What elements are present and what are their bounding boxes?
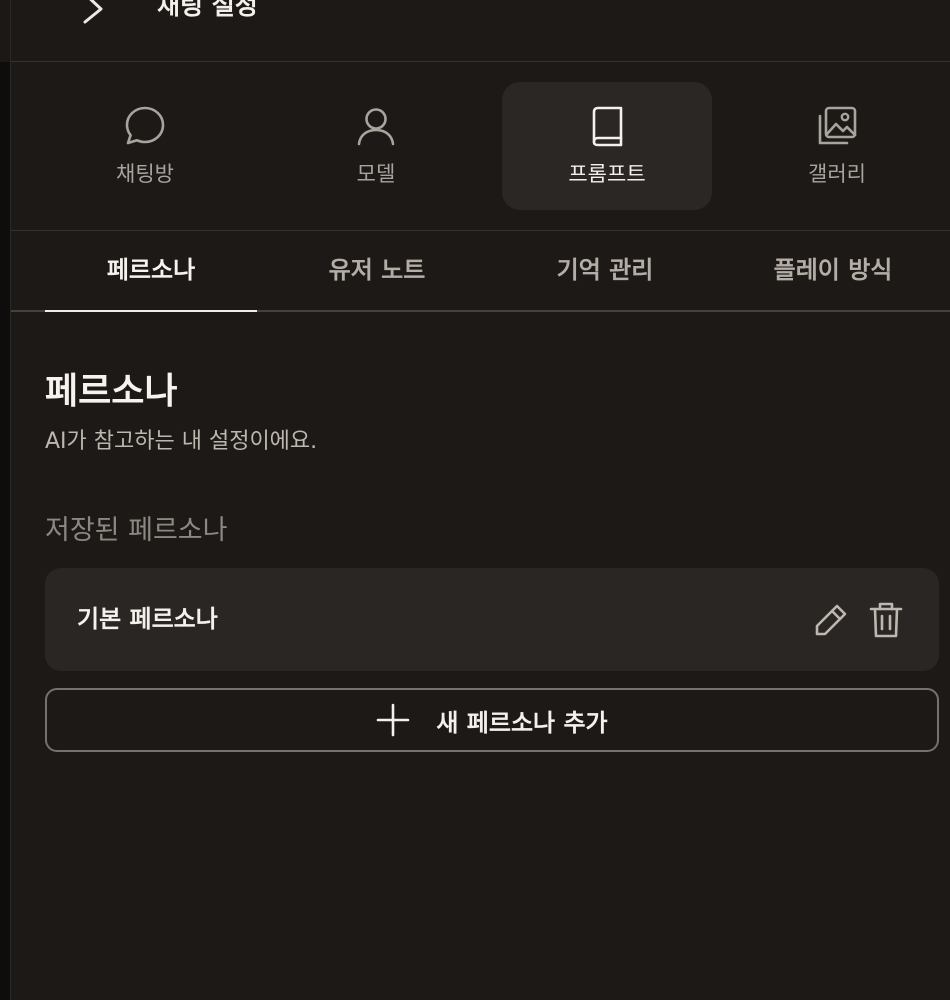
pencil-icon[interactable] (813, 602, 849, 638)
tab-label: 프롬프트 (568, 162, 646, 186)
tab-label: 채팅방 (116, 162, 174, 186)
gallery-icon (818, 106, 857, 145)
top-tab-bar: 채팅방 모델 프롬프트 갤러리 (11, 62, 950, 231)
sub-tab-bar: 페르소나 유저 노트 기억 관리 플레이 방식 (11, 231, 950, 312)
persona-item[interactable]: 기본 페르소나 (45, 568, 939, 671)
user-icon (357, 108, 395, 146)
section-title: 페르소나 (45, 371, 178, 412)
chat-bubble-icon (125, 106, 165, 145)
tab-label: 모델 (356, 162, 396, 186)
chat-settings-panel: 채팅 설정 채팅방 모델 프롬프트 갤러리 페르소나 유저 노트 기억 관리 플… (10, 0, 950, 1000)
tab-chatroom[interactable]: 채팅방 (40, 82, 250, 210)
tab-gallery[interactable]: 갤러리 (732, 82, 942, 210)
chevron-right-icon[interactable] (79, 0, 109, 26)
trash-icon[interactable] (869, 601, 903, 639)
background-strip (0, 0, 10, 1000)
subtab-play-style[interactable]: 플레이 방식 (727, 231, 939, 310)
plus-icon (377, 703, 410, 737)
subtab-memory[interactable]: 기억 관리 (499, 231, 711, 310)
tab-model[interactable]: 모델 (271, 82, 481, 210)
page-title: 채팅 설정 (157, 0, 258, 20)
book-icon (592, 106, 623, 147)
subtab-user-note[interactable]: 유저 노트 (271, 231, 483, 310)
tab-prompt[interactable]: 프롬프트 (502, 82, 712, 210)
tab-label: 갤러리 (808, 162, 866, 186)
panel-header: 채팅 설정 (11, 0, 950, 62)
saved-persona-label: 저장된 페르소나 (45, 515, 228, 546)
add-persona-label: 새 페르소나 추가 (436, 708, 608, 737)
subtab-persona[interactable]: 페르소나 (45, 231, 257, 312)
section-description: AI가 참고하는 내 설정이에요. (45, 429, 318, 454)
persona-name: 기본 페르소나 (77, 605, 218, 633)
add-persona-button[interactable]: 새 페르소나 추가 (45, 688, 939, 752)
